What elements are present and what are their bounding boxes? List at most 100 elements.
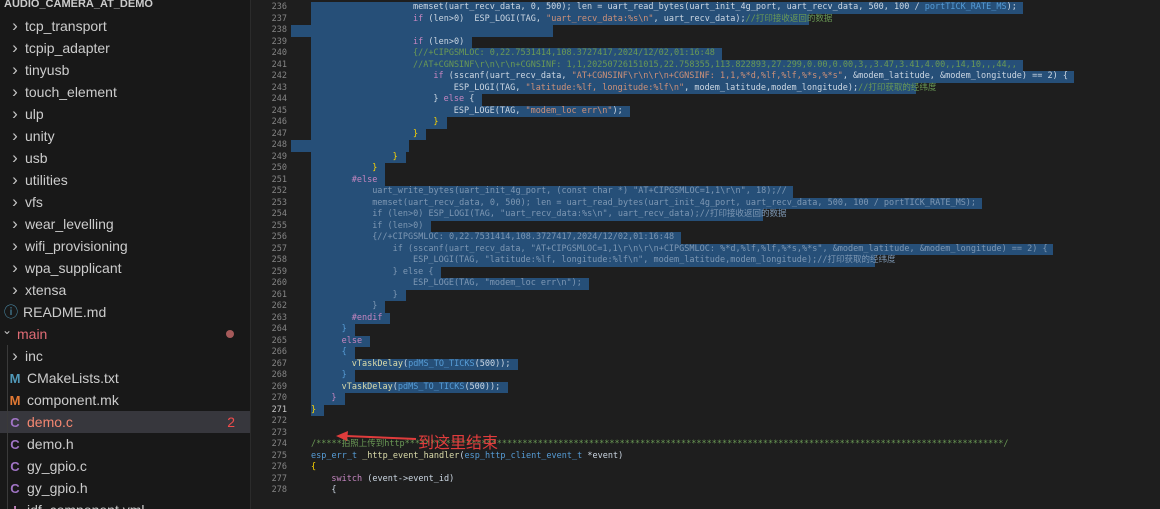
- code-token: switch: [331, 473, 363, 484]
- explorer-file-component-mk[interactable]: Mcomponent.mk: [0, 389, 250, 411]
- code-token: }: [372, 163, 378, 173]
- code-token: vTaskDelay: [351, 358, 403, 369]
- explorer-folder-tcpip-adapter[interactable]: › tcpip_adapter: [0, 37, 250, 59]
- line-number: 252: [271, 186, 287, 196]
- code-token: portTICK_RATE_MS: [924, 2, 1007, 12]
- line-number: 278: [271, 485, 287, 495]
- explorer-file-cmakelists-txt[interactable]: M CMakeLists.txt: [0, 367, 250, 389]
- explorer-file-idf-component-yml[interactable]: ! idf_component.yml: [0, 499, 250, 509]
- code-token: );: [612, 105, 623, 116]
- explorer-sidebar: AUDIO_CAMERA_AT_DEMO › tcp_transport › tcpip…: [0, 0, 251, 509]
- code-line: #else: [352, 175, 378, 187]
- explorer-item-label: tinyusb: [25, 62, 70, 78]
- line-number: 240: [271, 48, 287, 58]
- info-icon: ⓘ: [4, 304, 18, 320]
- explorer-folder-touch-element[interactable]: › touch_element: [0, 81, 250, 103]
- line-number: 256: [271, 232, 287, 242]
- explorer-folder-xtensa[interactable]: › xtensa: [0, 279, 250, 301]
- explorer-folder-unity[interactable]: › unity: [0, 125, 250, 147]
- code-token: memset(uart_recv_data, 0, 500); len = ua…: [372, 197, 977, 208]
- explorer-folder-vfs[interactable]: › vfs: [0, 191, 250, 213]
- code-token: }: [392, 289, 398, 300]
- explorer-item-label: wpa_supplicant: [25, 260, 122, 276]
- explorer-folder-ulp[interactable]: › ulp: [0, 103, 250, 125]
- selection-highlight: [291, 140, 409, 152]
- code-line: }: [311, 405, 316, 417]
- code-line: if (sscanf(uart_recv_data, "AT+CGNSINF\r…: [433, 71, 1068, 83]
- yaml-exclamation-icon: !: [8, 503, 22, 509]
- code-line: {//+CIPGSMLOC: 0,22.7531414,108.3727417,…: [413, 48, 715, 60]
- line-number: 253: [271, 197, 287, 208]
- code-line: if (len>0) ESP_LOGI(TAG, "uart_recv_data…: [372, 209, 786, 221]
- explorer-item-label: wifi_provisioning: [25, 238, 128, 254]
- explorer-item-label: xtensa: [25, 282, 67, 298]
- code-token: {: [464, 94, 475, 104]
- code-token: if (len>0): [372, 220, 424, 231]
- line-number: 260: [271, 278, 287, 288]
- code-line: }: [433, 117, 438, 129]
- code-token: );: [1006, 2, 1017, 12]
- code-line: #endif: [352, 313, 383, 325]
- c-file-icon: C: [10, 414, 20, 430]
- explorer-item-label: vfs: [25, 194, 43, 210]
- code-token: }: [413, 128, 419, 139]
- explorer-folder-tinyusb[interactable]: › tinyusb: [0, 59, 250, 81]
- code-token: }: [311, 404, 317, 415]
- code-token: pdMS_TO_TICKS: [397, 381, 465, 392]
- selection-highlight: [311, 324, 355, 336]
- code-line: memset(uart_recv_data, 0, 500); len = ua…: [372, 198, 976, 210]
- code-line: else: [342, 336, 362, 348]
- code-line: uart_write_bytes(uart_init_4g_port, (con…: [372, 186, 787, 198]
- explorer-folder-utilities[interactable]: › utilities: [0, 169, 250, 191]
- code-token: //打印接收返回的数据: [745, 13, 833, 24]
- line-number: 242: [271, 71, 287, 81]
- explorer-item-label: demo.c: [27, 414, 73, 430]
- c-file-icon: C: [10, 458, 20, 474]
- code-line: {: [311, 462, 316, 474]
- code-token: if: [413, 36, 424, 47]
- cmake-icon: M: [9, 370, 21, 386]
- line-number: 264: [271, 324, 287, 334]
- explorer-file-demo-c[interactable]: Cdemo.c 2: [0, 411, 250, 433]
- line-number-gutter: 236 237 238 239 240 241 242 243 244 245 246 247 248 2…: [251, 0, 291, 509]
- code-line: if (sscanf(uart_recv_data, "AT+CIPGSMLOC…: [393, 244, 1048, 256]
- explorer-folder-wifi-provisioning[interactable]: › wifi_provisioning: [0, 235, 250, 257]
- code-token: , modem_latitude,modem_longitude);: [684, 82, 859, 93]
- code-line: }: [331, 393, 336, 405]
- explorer-file-gy-gpio-c[interactable]: Cgy_gpio.c: [0, 455, 250, 477]
- code-line: vTaskDelay(pdMS_TO_TICKS(500));: [342, 382, 501, 394]
- chevron-right-icon: ›: [12, 38, 18, 57]
- line-number: 241: [271, 59, 287, 70]
- code-token: }: [433, 117, 439, 127]
- code-line: if (len>0) ESP_LOGI(TAG, "uart_recv_data…: [413, 14, 832, 26]
- line-number: 275: [271, 450, 287, 461]
- explorer-folder-usb[interactable]: › usb: [0, 147, 250, 169]
- code-line: ESP_LOGI(TAG, "latitude:%lf, longitude:%…: [413, 255, 896, 267]
- explorer-file-readme-md[interactable]: ⓘ README.md: [0, 301, 250, 323]
- code-line: }: [413, 129, 418, 141]
- explorer-folder-wpa-supplicant[interactable]: › wpa_supplicant: [0, 257, 250, 279]
- explorer-item-label: CMakeLists.txt: [27, 370, 119, 386]
- line-number: 248: [271, 140, 287, 150]
- selection-highlight: [311, 347, 355, 359]
- modified-dot-icon: [226, 330, 234, 338]
- explorer-folder-main[interactable]: ⌄ main: [0, 323, 250, 345]
- code-line: }: [342, 370, 347, 382]
- explorer-item-label: touch_element: [25, 84, 117, 100]
- explorer-section-header[interactable]: AUDIO_CAMERA_AT_DEMO: [0, 0, 250, 15]
- code-line: }: [342, 324, 347, 336]
- explorer-folder-inc[interactable]: › inc: [0, 345, 250, 367]
- explorer-file-gy-gpio-h[interactable]: Cgy_gpio.h: [0, 477, 250, 499]
- explorer-folder-wear-levelling[interactable]: › wear_levelling: [0, 213, 250, 235]
- line-number: 272: [271, 416, 287, 426]
- code-token: ESP_LOGI(TAG,: [453, 82, 526, 93]
- explorer-item-label: gy_gpio.c: [27, 458, 87, 474]
- code-token: }: [392, 151, 398, 162]
- code-token: /*****拍照上传到http*************************…: [311, 439, 1009, 449]
- code-line: //AT+CGNSINF\r\n\r\n+CGNSINF: 1,1,202507…: [413, 60, 1017, 72]
- explorer-folder-tcp-transport[interactable]: › tcp_transport: [0, 15, 250, 37]
- annotation-text: 到这里结束: [418, 433, 499, 452]
- explorer-item-label: tcpip_adapter: [25, 40, 110, 56]
- chevron-right-icon: ›: [12, 16, 18, 35]
- explorer-file-demo-h[interactable]: Cdemo.h: [0, 433, 250, 455]
